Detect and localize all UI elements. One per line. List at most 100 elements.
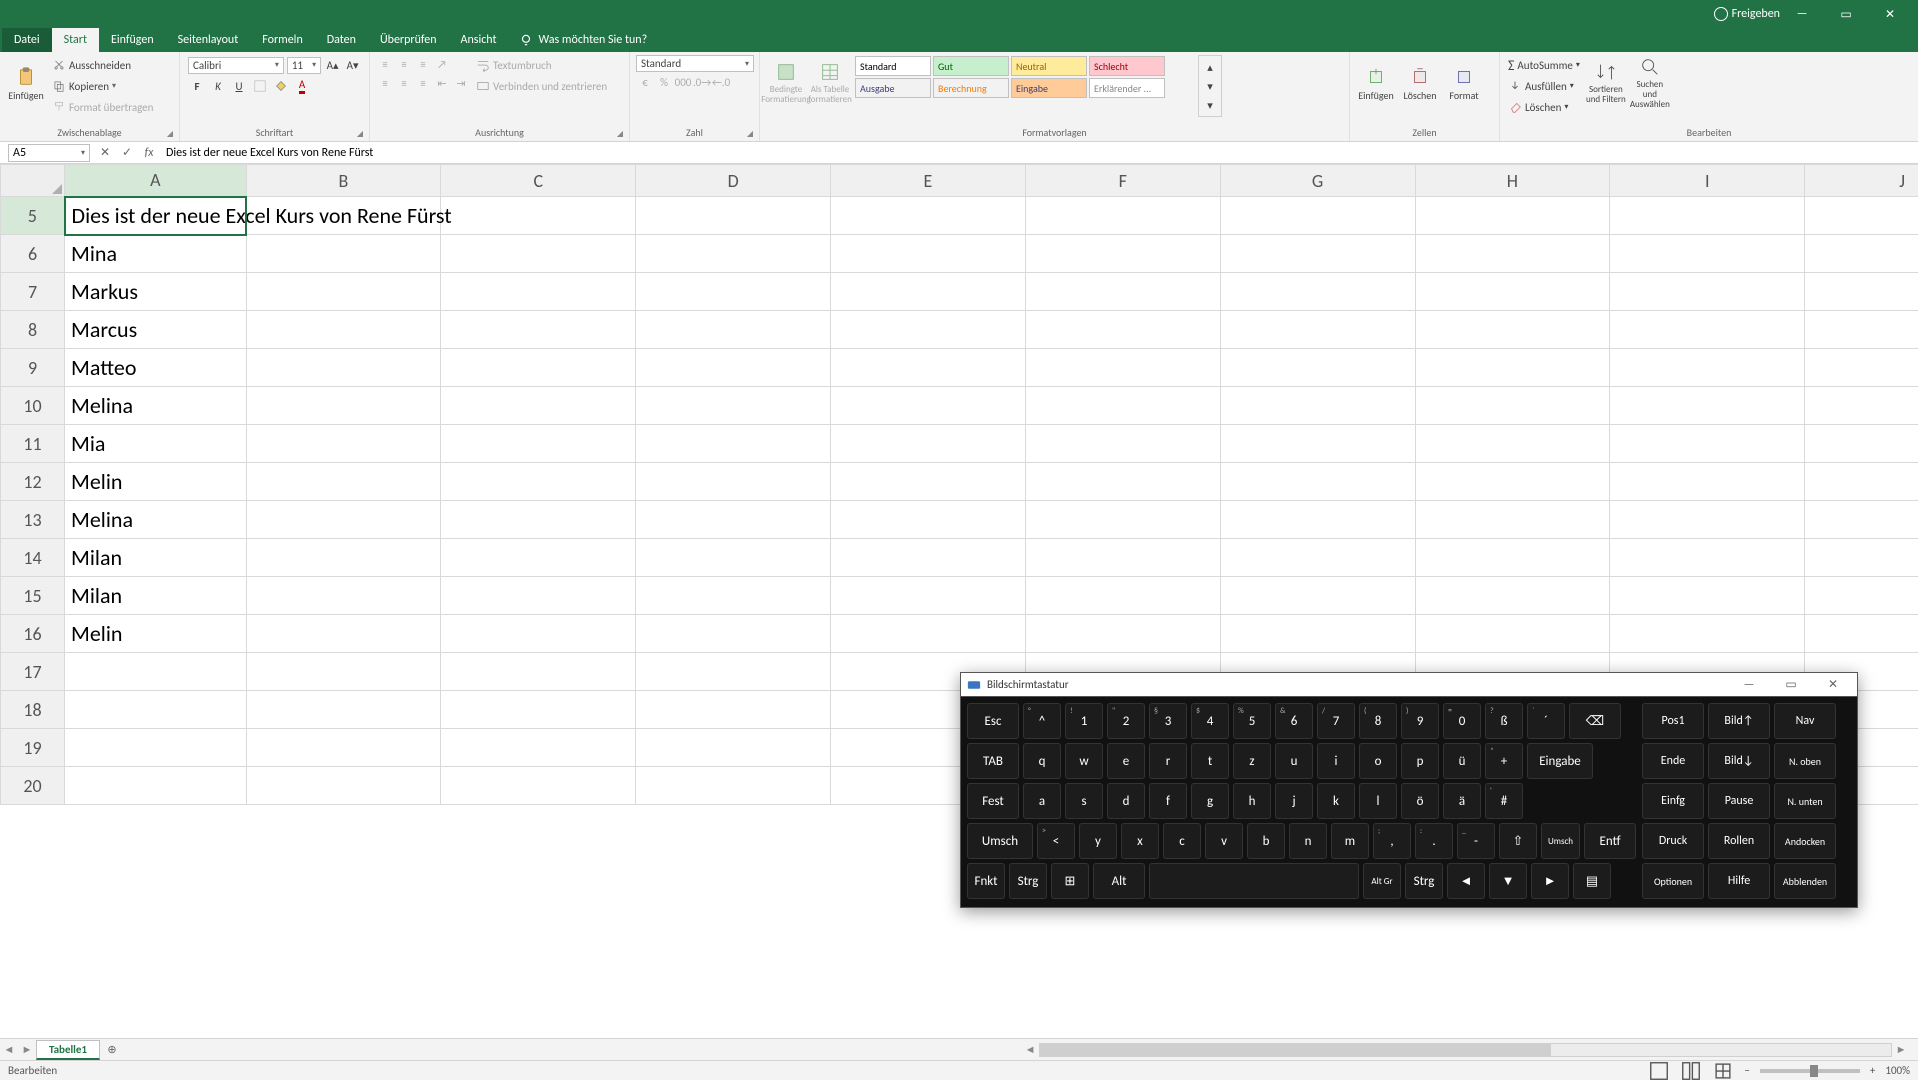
osk-key[interactable]: ö <box>1401 783 1439 819</box>
osk-key[interactable]: !1 <box>1065 703 1103 739</box>
cell[interactable] <box>831 501 1026 539</box>
cell[interactable] <box>1415 501 1610 539</box>
cell[interactable] <box>1220 387 1415 425</box>
tab-seitenlayout[interactable]: Seitenlayout <box>166 28 251 52</box>
osk-key[interactable]: Hilfe <box>1708 863 1770 899</box>
tab-ansicht[interactable]: Ansicht <box>449 28 509 52</box>
cell[interactable]: Milan <box>65 539 246 577</box>
cell[interactable]: Marcus <box>65 311 246 349</box>
sheet-tab[interactable]: Tabelle1 <box>36 1040 100 1060</box>
increase-indent-button[interactable]: ⇥ <box>452 74 470 92</box>
cancel-edit-button[interactable]: ✕ <box>94 145 116 160</box>
cell[interactable] <box>1220 501 1415 539</box>
dialog-launcher-icon[interactable]: ◢ <box>747 129 753 139</box>
osk-key[interactable]: *+ <box>1485 743 1523 779</box>
cell[interactable] <box>65 729 246 767</box>
cell[interactable] <box>1415 197 1610 235</box>
styles-scroll-down[interactable]: ▾ <box>1201 77 1219 95</box>
align-right-button[interactable]: ≡ <box>414 74 432 92</box>
cell-style-option[interactable]: Erklärender ... <box>1089 78 1165 98</box>
row-header[interactable]: 14 <box>1 539 65 577</box>
copy-button[interactable]: Kopieren▾ <box>50 76 155 96</box>
cell[interactable] <box>1610 273 1805 311</box>
number-format-select[interactable]: Standard▾ <box>636 55 754 72</box>
paste-button[interactable]: Einfügen <box>6 55 46 111</box>
cell[interactable] <box>441 729 636 767</box>
osk-key[interactable]: n <box>1289 823 1327 859</box>
osk-titlebar[interactable]: Bildschirmtastatur — ▭ ✕ <box>961 673 1857 697</box>
fill-button[interactable]: Ausfüllen▾ <box>1506 76 1582 96</box>
cell[interactable] <box>1220 197 1415 235</box>
cell[interactable] <box>1415 577 1610 615</box>
cell[interactable] <box>1025 387 1220 425</box>
cell-style-option[interactable]: Schlecht <box>1089 56 1165 76</box>
column-header[interactable]: D <box>636 165 831 197</box>
cell[interactable] <box>636 387 831 425</box>
cell[interactable] <box>1415 425 1610 463</box>
cell[interactable] <box>636 311 831 349</box>
format-painter-button[interactable]: Format übertragen <box>50 97 155 117</box>
cell[interactable]: Melina <box>65 501 246 539</box>
row-header[interactable]: 20 <box>1 767 65 805</box>
cell-style-option[interactable]: Neutral <box>1011 56 1087 76</box>
cell[interactable] <box>1805 539 1918 577</box>
row-header[interactable]: 13 <box>1 501 65 539</box>
increase-decimal-button[interactable]: .0→ <box>693 73 711 91</box>
osk-key[interactable]: m <box>1331 823 1369 859</box>
osk-key[interactable]: Optionen <box>1642 863 1704 899</box>
cell[interactable] <box>246 691 441 729</box>
cell[interactable] <box>831 235 1026 273</box>
select-all-corner[interactable] <box>1 165 65 197</box>
osk-key[interactable]: Bild↑ <box>1708 703 1770 739</box>
osk-key[interactable]: l <box>1359 783 1397 819</box>
osk-key[interactable]: ▼ <box>1489 863 1527 899</box>
osk-key[interactable]: §3 <box>1149 703 1187 739</box>
cell[interactable] <box>831 615 1026 653</box>
cell[interactable]: Melin <box>65 615 246 653</box>
horizontal-scrollbar[interactable]: ◄► <box>1021 1043 1910 1057</box>
osk-key[interactable]: N. oben <box>1774 743 1836 779</box>
osk-key[interactable]: $4 <box>1191 703 1229 739</box>
cell[interactable] <box>1415 615 1610 653</box>
osk-key[interactable]: Umsch <box>967 823 1033 859</box>
osk-key[interactable]: Abblenden <box>1774 863 1836 899</box>
italic-button[interactable]: K <box>209 77 227 95</box>
view-page-break-button[interactable] <box>1712 1063 1734 1079</box>
cell[interactable] <box>831 539 1026 577</box>
osk-key[interactable]: "2 <box>1107 703 1145 739</box>
cell[interactable] <box>831 273 1026 311</box>
decrease-font-button[interactable]: A▾ <box>344 56 361 74</box>
cell[interactable] <box>1025 273 1220 311</box>
osk-key[interactable]: e <box>1107 743 1145 779</box>
cell[interactable] <box>1805 615 1918 653</box>
cell[interactable] <box>1805 425 1918 463</box>
clear-button[interactable]: Löschen▾ <box>1506 97 1582 117</box>
cell[interactable] <box>441 577 636 615</box>
osk-key[interactable]: Ende <box>1642 743 1704 779</box>
cell[interactable] <box>246 349 441 387</box>
cell[interactable] <box>1025 577 1220 615</box>
wrap-text-button[interactable]: Textumbruch <box>474 55 609 75</box>
cell[interactable] <box>1805 273 1918 311</box>
row-header[interactable]: 10 <box>1 387 65 425</box>
osk-key[interactable]: z <box>1233 743 1271 779</box>
cell[interactable] <box>1415 387 1610 425</box>
cell[interactable] <box>1610 387 1805 425</box>
cell[interactable] <box>441 197 636 235</box>
row-header[interactable]: 7 <box>1 273 65 311</box>
border-button[interactable] <box>251 77 269 95</box>
osk-key[interactable]: Entf <box>1584 823 1636 859</box>
cell[interactable] <box>65 653 246 691</box>
osk-key[interactable]: Esc <box>967 703 1019 739</box>
osk-key[interactable]: ⌫ <box>1569 703 1621 739</box>
osk-key[interactable]: )9 <box>1401 703 1439 739</box>
cell-style-option[interactable]: Standard <box>855 56 931 76</box>
osk-key[interactable]: Eingabe <box>1527 743 1593 779</box>
conditional-formatting-button[interactable]: Bedingte Formatierung <box>766 55 806 111</box>
cell[interactable] <box>441 311 636 349</box>
osk-key[interactable]: o <box>1359 743 1397 779</box>
column-header[interactable]: G <box>1220 165 1415 197</box>
osk-key[interactable]: Bild↓ <box>1708 743 1770 779</box>
row-header[interactable]: 12 <box>1 463 65 501</box>
osk-key[interactable]: p <box>1401 743 1439 779</box>
